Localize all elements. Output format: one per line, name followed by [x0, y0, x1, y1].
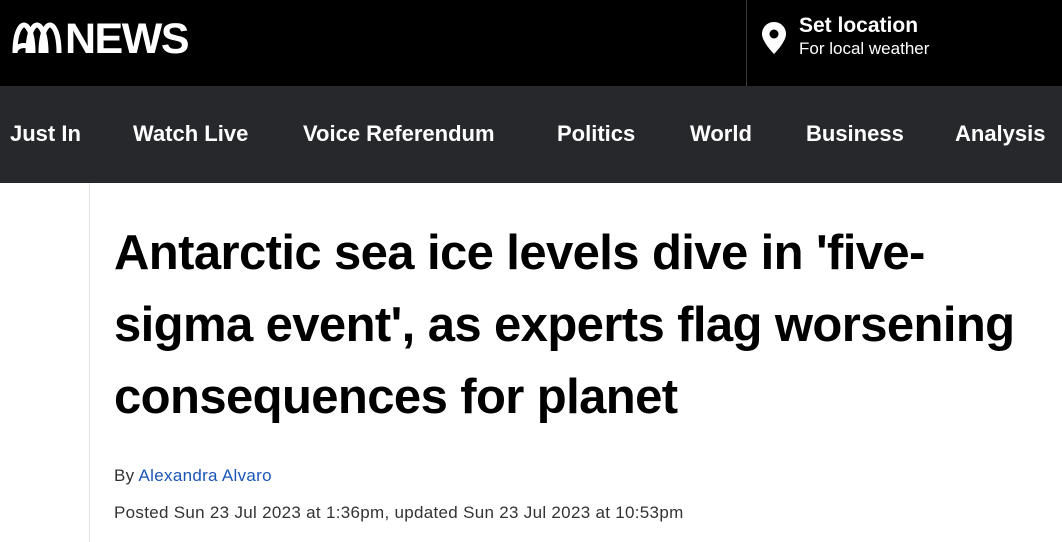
nav-item-analysis[interactable]: Analysis — [955, 86, 1046, 183]
location-subtitle: For local weather — [799, 39, 930, 58]
set-location-button[interactable]: Set location For local weather — [746, 0, 1062, 86]
top-header: NEWS Set location For local weather — [0, 0, 1062, 86]
nav-item-voice-referendum[interactable]: Voice Referendum — [303, 86, 495, 183]
author-link[interactable]: Alexandra Alvaro — [139, 466, 272, 485]
abc-news-logo[interactable]: NEWS — [11, 15, 190, 63]
nav-item-just-in[interactable]: Just In — [10, 86, 81, 183]
location-title: Set location — [799, 14, 919, 37]
byline: By Alexandra Alvaro — [114, 466, 272, 486]
article-headline: Antarctic sea ice levels dive in 'five-s… — [114, 226, 1015, 424]
abc-lissajous-logo-icon — [12, 22, 62, 54]
article-content: Antarctic sea ice levels dive in 'five-s… — [89, 183, 1062, 542]
main-nav: Just In Watch Live Voice Referendum Poli… — [0, 86, 1062, 183]
logo-wordmark: NEWS — [65, 15, 190, 63]
nav-item-watch-live[interactable]: Watch Live — [133, 86, 248, 183]
nav-item-world[interactable]: World — [690, 86, 752, 183]
article-timestamp: Posted Sun 23 Jul 2023 at 1:36pm, update… — [114, 503, 684, 522]
nav-item-politics[interactable]: Politics — [557, 86, 635, 183]
map-pin-icon — [762, 22, 786, 54]
byline-prefix: By — [114, 466, 135, 485]
location-text: Set location For local weather — [799, 14, 929, 60]
nav-item-business[interactable]: Business — [806, 86, 904, 183]
